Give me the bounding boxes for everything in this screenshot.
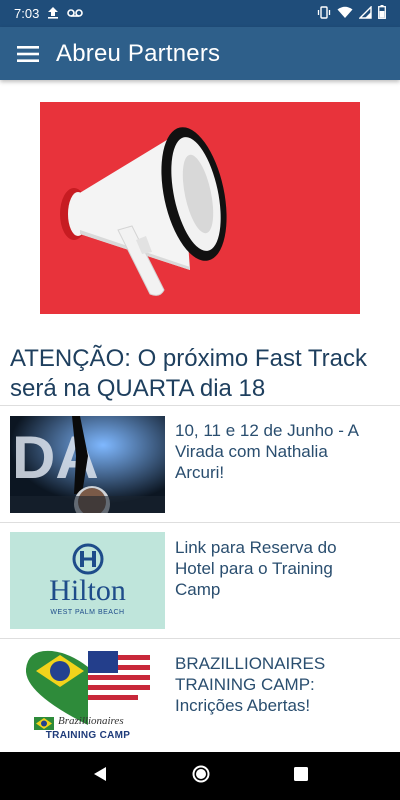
battery-icon xyxy=(378,5,386,22)
system-nav-bar xyxy=(0,752,400,800)
post-title: BRAZILLIONAIRES TRAINING CAMP: Incrições… xyxy=(175,654,326,715)
signal-icon xyxy=(358,4,372,22)
upload-icon xyxy=(47,6,59,22)
status-right xyxy=(317,4,386,22)
vibrate-icon xyxy=(317,5,331,22)
wifi-icon xyxy=(337,6,353,22)
app-title: Abreu Partners xyxy=(56,39,221,67)
status-left: 7:03 xyxy=(14,6,84,22)
post-title: Link para Reserva do Hotel para o Traini… xyxy=(175,538,337,599)
hamburger-menu-icon xyxy=(17,45,39,62)
training-camp-banner: TRAINING CAMP xyxy=(45,730,131,741)
list-item[interactable]: DA 10, 11 e 12 de Junho - A Virada com N… xyxy=(0,406,400,522)
recents-button[interactable] xyxy=(294,766,308,786)
megaphone-icon xyxy=(60,127,227,296)
home-button[interactable] xyxy=(192,765,210,788)
hilton-wordmark: Hilton xyxy=(49,574,126,607)
voicemail-icon xyxy=(67,6,84,21)
menu-button[interactable] xyxy=(16,42,40,66)
post-thumbnail-brazillionaires: Brazillionaires TRAINING CAMP xyxy=(10,647,165,744)
back-button[interactable] xyxy=(92,766,108,787)
app-bar: Abreu Partners xyxy=(0,27,400,80)
featured-image[interactable] xyxy=(40,102,360,314)
post-title: 10, 11 e 12 de Junho - A Virada com Nath… xyxy=(175,421,359,482)
home-circle-icon xyxy=(192,765,210,782)
status-time: 7:03 xyxy=(14,6,40,21)
list-item[interactable]: Hilton WEST PALM BEACH Link para Reserva… xyxy=(0,523,400,639)
brazillionaires-script: Brazillionaires xyxy=(58,715,124,727)
status-bar: 7:03 xyxy=(0,0,400,27)
hilton-location: WEST PALM BEACH xyxy=(50,609,125,616)
list-item[interactable]: Brazillionaires TRAINING CAMP BRAZILLION… xyxy=(0,639,400,752)
featured-headline[interactable]: ATENÇÃO: O próximo Fast Track será na QU… xyxy=(10,344,390,404)
post-thumbnail-hilton: Hilton WEST PALM BEACH xyxy=(10,532,165,629)
recents-square-icon xyxy=(294,766,308,781)
back-triangle-icon xyxy=(94,766,106,781)
post-thumbnail-nathalia: DA xyxy=(10,416,165,513)
